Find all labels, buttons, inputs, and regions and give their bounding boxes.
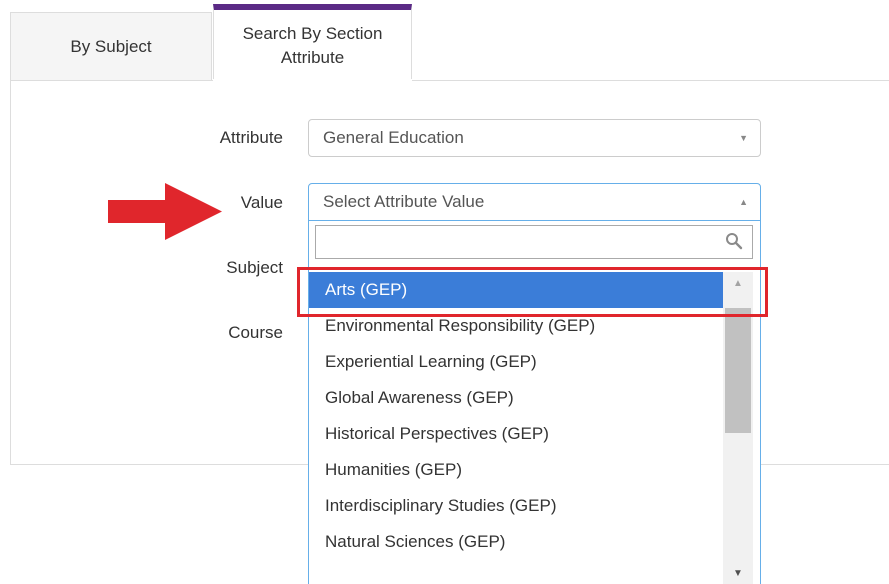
dropdown-option[interactable]: Historical Perspectives (GEP) [309,416,723,452]
scrollbar-thumb[interactable] [725,308,751,433]
dropdown-option[interactable]: Natural Sciences (GEP) [309,524,723,560]
dropdown-scrollbar[interactable]: ▲ ▼ [723,272,753,584]
value-placeholder: Select Attribute Value [323,192,485,211]
tab-by-subject-label: By Subject [70,36,152,56]
dropdown-option[interactable]: Humanities (GEP) [309,452,723,488]
tab-search-by-section-attribute-label: Search By Section Attribute [242,23,383,67]
attribute-label: Attribute [219,128,283,147]
dropdown-option[interactable]: Global Awareness (GEP) [309,380,723,416]
red-arrow-icon [108,183,222,240]
attribute-select[interactable]: General Education ▼ [308,119,761,157]
tab-by-subject[interactable]: By Subject [10,12,212,80]
chevron-up-icon: ▲ [739,197,748,207]
course-label: Course [228,323,283,342]
dropdown-option[interactable]: Experiential Learning (GEP) [309,344,723,380]
value-select[interactable]: Select Attribute Value ▲ [308,183,761,221]
dropdown-search-input[interactable] [315,225,753,259]
red-highlight-box [297,267,768,317]
chevron-down-icon: ▼ [739,133,748,143]
tab-search-by-section-attribute[interactable]: Search By Section Attribute [213,4,412,81]
dropdown-option[interactable]: Interdisciplinary Studies (GEP) [309,488,723,524]
active-tab-join [213,79,412,82]
subject-label: Subject [226,258,283,277]
value-label: Value [240,193,283,212]
search-icon [726,233,743,250]
tab-bar: By Subject Search By Section Attribute [10,0,889,81]
scroll-down-arrow-icon[interactable]: ▼ [723,562,753,584]
attribute-selected-value: General Education [323,128,464,147]
